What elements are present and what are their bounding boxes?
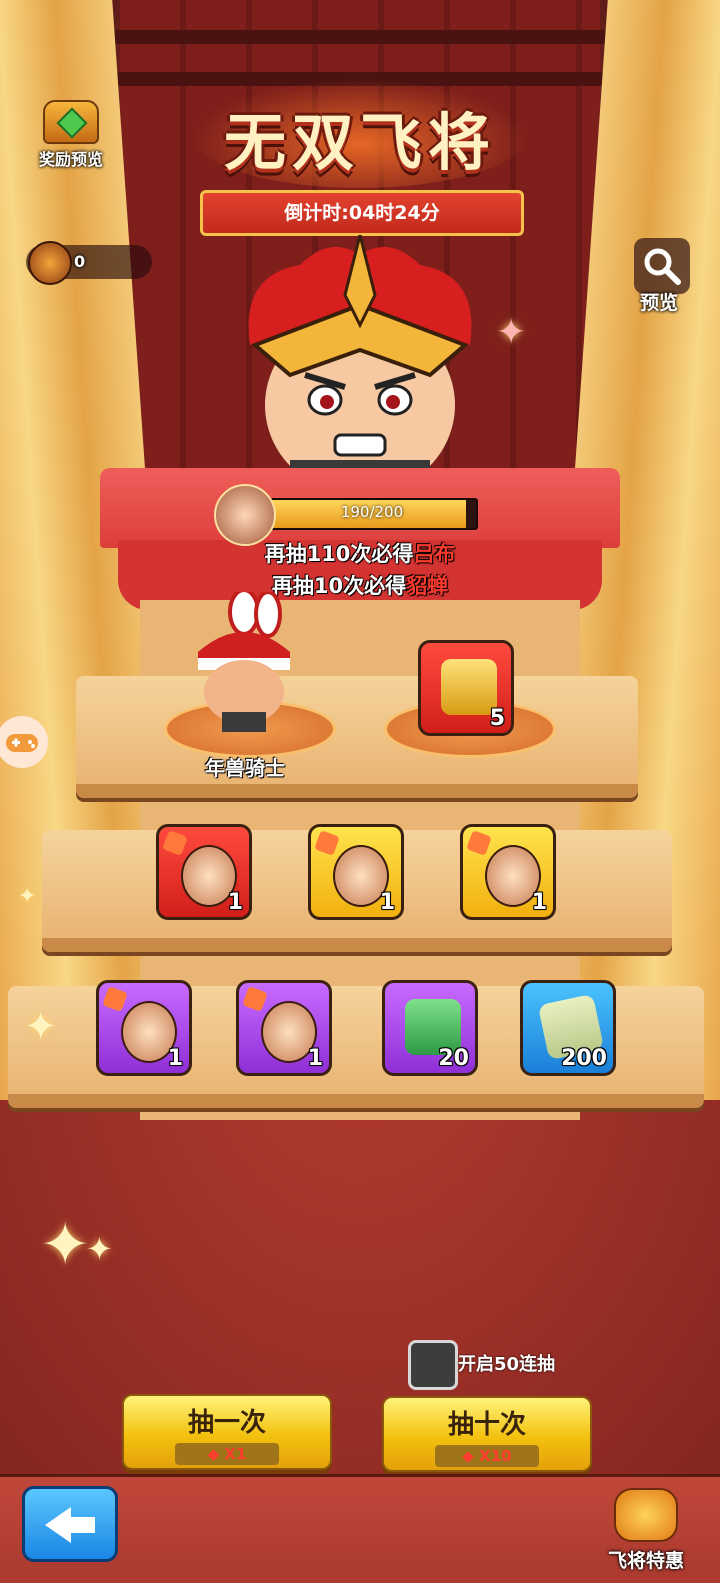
reward-item-fragment[interactable]: 1 (308, 824, 404, 920)
reward-item-golden-seal[interactable]: 5 (418, 640, 514, 736)
reward-item-fragment[interactable]: 1 (96, 980, 192, 1076)
special-offer-label: 飞将特惠 (607, 1550, 684, 1572)
fragment-icon (314, 830, 340, 856)
draw-once-cost-value: X1 (224, 1445, 247, 1463)
gacha-screen: 无双飞将 倒计时:04时24分 奖励预览 0 预览 190/200 再抽110次… (0, 0, 720, 1583)
draw-ten-label: 抽十次 (447, 1410, 526, 1440)
draw-token-icon (28, 241, 72, 285)
pity-line-lubu: 再抽110次必得吕布 (200, 538, 520, 568)
gamepad-float-button[interactable] (0, 716, 48, 768)
treasure-pile-icon (614, 1488, 678, 1542)
sparkle-icon: ✦ (18, 884, 37, 909)
draw-ten-cost: ◆ X10 (435, 1445, 539, 1467)
countdown-banner: 倒计时:04时24分 (200, 190, 524, 236)
reward-item-fragment[interactable]: 1 (156, 824, 252, 920)
preview-button[interactable] (634, 238, 690, 294)
pity-line-prefix: 再抽110次必得 (264, 542, 414, 566)
pity-hero-name: 吕布 (413, 542, 456, 566)
fragment-icon (242, 986, 268, 1012)
item-count: 1 (531, 890, 547, 915)
item-count: 1 (307, 1046, 323, 1071)
fragment-icon (466, 830, 492, 856)
diaochan-avatar (214, 484, 276, 546)
background-beam (100, 30, 620, 44)
back-arrow-shaft (69, 1517, 95, 1533)
gamepad-icon (6, 734, 38, 752)
reward-item-jade-seal[interactable]: 20 (382, 980, 478, 1076)
reward-preview-label: 奖励预览 (38, 150, 103, 169)
reward-item-fragment[interactable]: 1 (460, 824, 556, 920)
draw-once-cost: ◆ X1 (175, 1443, 279, 1465)
hero-label: 年兽骑士 (205, 756, 285, 780)
nian-knight-hero[interactable] (188, 592, 300, 732)
item-count: 1 (227, 890, 243, 915)
draw-token-icon: ◆ (207, 1445, 225, 1463)
back-arrow-icon (45, 1507, 71, 1543)
item-count: 5 (489, 706, 505, 731)
item-count: 20 (438, 1046, 469, 1071)
treasure-chest-icon (43, 100, 99, 144)
reward-item-fragment[interactable]: 1 (236, 980, 332, 1076)
back-button[interactable] (22, 1486, 118, 1562)
event-title: 无双飞将 (223, 106, 496, 179)
sparkle-icon: ✦ (86, 1230, 113, 1268)
sparkle-icon: ✦ (24, 1004, 58, 1050)
multi-draw-checkbox[interactable] (408, 1340, 458, 1390)
sparkle-icon: ✦ (496, 312, 527, 353)
reward-item-scroll[interactable]: 200 (520, 980, 616, 1076)
multi-draw-label: 开启50连抽 (458, 1354, 556, 1375)
pity-hero-name: 貂蝉 (406, 574, 449, 598)
pity-progress-text: 190/200 (340, 503, 404, 521)
item-count: 1 (379, 890, 395, 915)
draw-ten-button[interactable]: 抽十次 ◆ X10 (382, 1396, 592, 1472)
magnifier-icon (644, 248, 681, 285)
sparkle-icon: ✦ (40, 1210, 91, 1280)
item-count: 200 (561, 1046, 607, 1071)
fragment-icon (102, 986, 128, 1012)
shelf-top (76, 676, 638, 798)
preview-label: 预览 (640, 292, 679, 314)
item-count: 1 (167, 1046, 183, 1071)
draw-once-button[interactable]: 抽一次 ◆ X1 (122, 1394, 332, 1470)
draw-ten-cost-value: X10 (479, 1447, 512, 1465)
reward-preview-button[interactable]: 奖励预览 (34, 100, 108, 170)
currency-count: 0 (74, 252, 86, 271)
golden-seal-icon (441, 659, 497, 715)
draw-token-icon: ◆ (462, 1447, 480, 1465)
featured-hero-lubu (248, 235, 472, 505)
fragment-icon (162, 830, 188, 856)
special-offer-button[interactable]: 飞将特惠 (596, 1488, 696, 1574)
draw-once-label: 抽一次 (187, 1408, 266, 1438)
